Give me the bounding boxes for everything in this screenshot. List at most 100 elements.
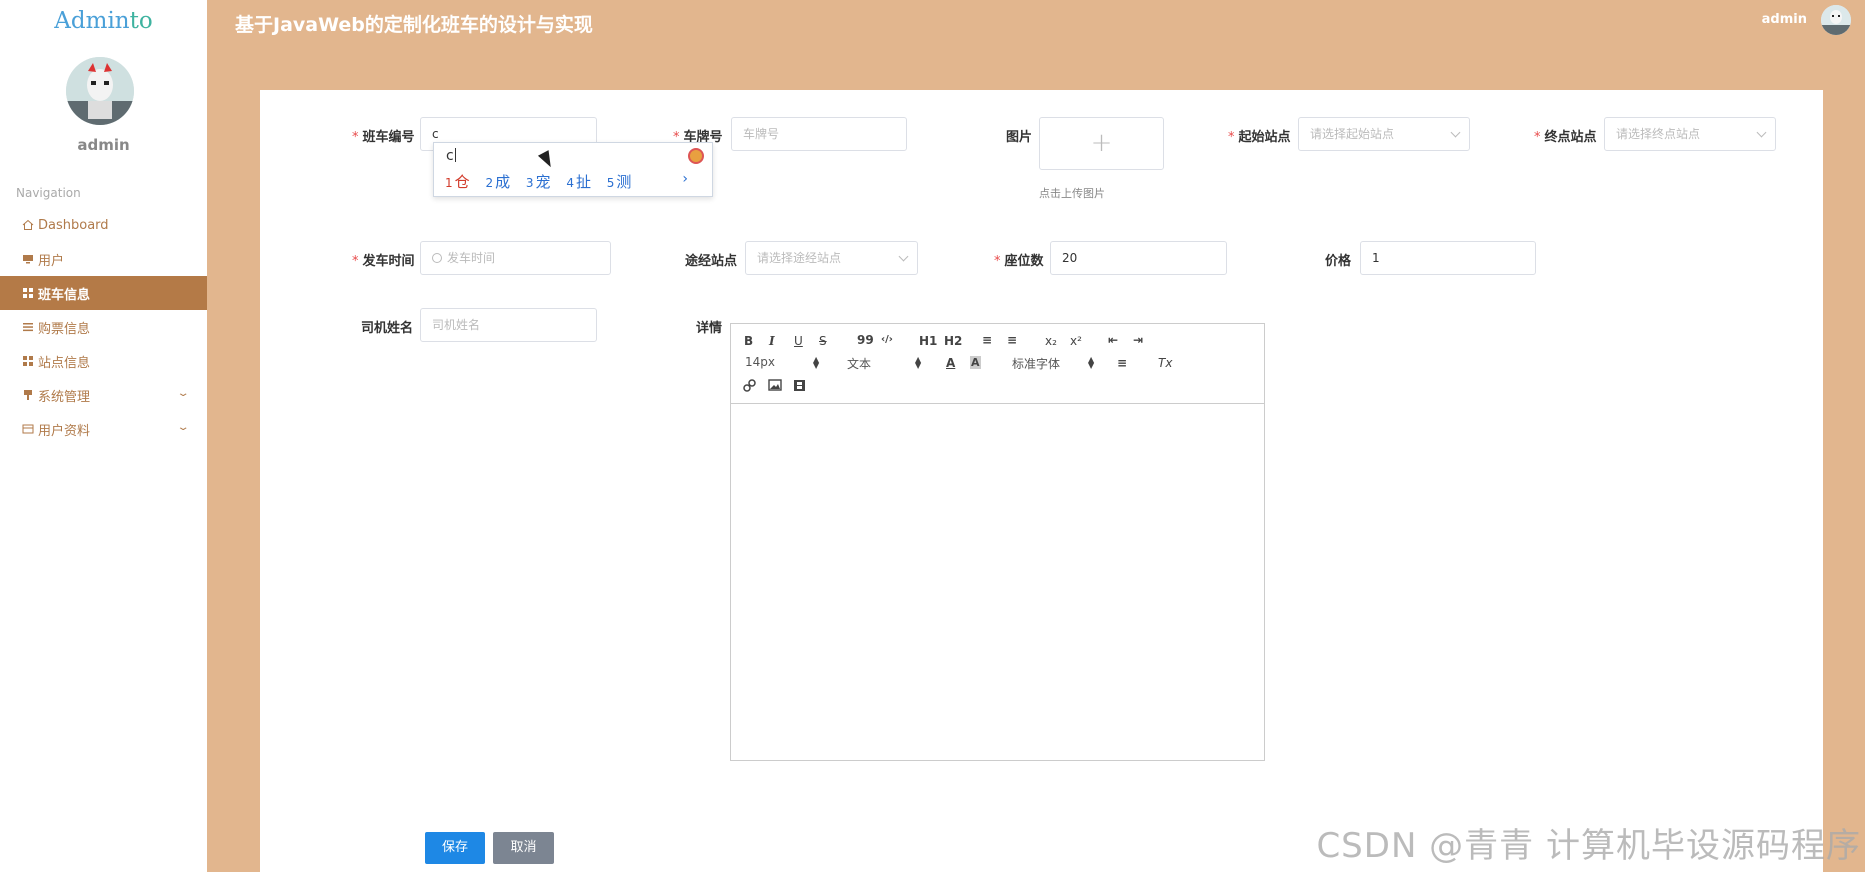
image-label: 图片 (1006, 130, 1033, 145)
font-family-select[interactable]: 标准字体 ▲ ▼ (1012, 355, 1095, 372)
ime-candidate[interactable]: 5测 (607, 173, 632, 191)
ime-candidates: 1仓 2成 3宠 4扯 5测 (445, 171, 642, 192)
driver-name-input[interactable]: 司机姓名 (420, 308, 597, 342)
ime-composition: c (446, 148, 456, 164)
grid-icon (22, 355, 34, 367)
sidebar-item-label: 用户 (38, 253, 65, 269)
font-color-button[interactable]: A (946, 356, 955, 370)
bold-button[interactable]: B (744, 334, 753, 348)
depart-time-placeholder: 发车时间 (447, 251, 496, 265)
editor-content[interactable] (731, 404, 1264, 760)
font-size-select[interactable]: 14px ▲ ▼ (745, 355, 825, 370)
via-station-label: 途经站点 (685, 254, 738, 269)
sidebar-item-label: 购票信息 (38, 321, 91, 337)
plus-icon: + (1090, 128, 1113, 158)
plate-input[interactable]: 车牌号 (731, 117, 907, 151)
indent-button[interactable]: ⇥ (1133, 333, 1143, 347)
end-station-placeholder: 请选择终点站点 (1616, 127, 1701, 141)
updown-icon: ▲ ▼ (915, 355, 922, 370)
sidebar-username: admin (77, 136, 130, 154)
watermark: CSDN @青青 计算机毕设源码程序 (1316, 826, 1861, 866)
ime-candidate[interactable]: 2成 (485, 173, 510, 191)
sidebar-item-bus-info[interactable]: 班车信息 (0, 276, 207, 310)
chevron-down-icon[interactable]: ⌄ (176, 422, 189, 433)
align-button[interactable]: ≡ (1117, 356, 1127, 370)
end-station-select[interactable]: 请选择终点站点 (1604, 117, 1776, 151)
chevron-down-icon[interactable]: ⌄ (176, 388, 189, 399)
subscript-button[interactable]: x₂ (1045, 334, 1057, 348)
cancel-button[interactable]: 取消 (493, 832, 554, 864)
chevron-down-icon (1756, 127, 1767, 138)
sidebar-item-label: 站点信息 (38, 355, 91, 371)
ime-candidate[interactable]: 4扯 (566, 173, 591, 191)
page-title: 基于JavaWeb的定制化班车的设计与实现 (235, 14, 593, 36)
image-icon[interactable] (768, 379, 782, 394)
h2-button[interactable]: H2 (944, 334, 962, 348)
price-input[interactable]: 1 (1360, 241, 1536, 275)
image-upload-button[interactable]: + (1039, 117, 1164, 170)
grid-icon (22, 287, 34, 299)
depart-time-picker[interactable]: 发车时间 (420, 241, 611, 275)
bullet-list-button[interactable]: ≡ (1007, 333, 1017, 347)
outdent-button[interactable]: ⇤ (1108, 333, 1118, 347)
sidebar-item-users[interactable]: 用户 (0, 242, 207, 276)
chevron-down-icon (1450, 127, 1461, 138)
seats-input[interactable]: 20 (1050, 241, 1227, 275)
image-upload-tip: 点击上传图片 (1039, 187, 1105, 200)
form-card: * 班车编号 c * 车牌号 车牌号 图片 + 点击上传图片 * 起始站点 请选择起始… (260, 90, 1823, 872)
seats-label: * 座位数 (994, 254, 1044, 269)
ordered-list-button[interactable]: ≡ (982, 333, 992, 347)
sidebar-item-profile[interactable]: 用户资料 ⌄ (0, 412, 207, 446)
ime-logo-icon[interactable] (688, 148, 704, 164)
chevron-down-icon (898, 251, 909, 262)
top-username[interactable]: admin (1762, 12, 1807, 27)
editor-toolbar: B I U S 99 ‹/› H1 H2 ≡ ≡ x₂ x² ⇤ ⇥ 14px … (731, 324, 1264, 404)
updown-icon: ▲ ▼ (1088, 355, 1095, 370)
sidebar-item-label: 用户资料 (38, 423, 91, 439)
pin-icon (22, 389, 34, 401)
sidebar-item-tickets[interactable]: 购票信息 (0, 310, 207, 344)
clear-format-button[interactable]: Tx (1158, 356, 1172, 370)
depart-time-label: * 发车时间 (352, 254, 415, 269)
sidebar-item-dashboard[interactable]: Dashboard (0, 208, 207, 242)
block-format-value: 文本 (847, 357, 872, 371)
ime-candidate[interactable]: 3宠 (526, 173, 551, 191)
save-button[interactable]: 保存 (425, 832, 485, 864)
app-logo[interactable]: Adminto (0, 8, 207, 34)
sidebar-item-label: 班车信息 (38, 287, 91, 303)
italic-button[interactable]: I (769, 334, 775, 348)
clock-icon (432, 253, 442, 263)
sidebar-nav: Dashboard 用户 班车信息 购票信息 站点信息 系统管理 ⌄ 用户资料 … (0, 208, 207, 446)
sidebar-avatar[interactable] (66, 57, 134, 125)
background-color-button[interactable]: A (970, 356, 981, 369)
font-family-value: 标准字体 (1012, 357, 1061, 371)
sidebar-item-label: Dashboard (38, 217, 109, 233)
ime-next-page-icon[interactable]: › (682, 171, 688, 187)
code-button[interactable]: ‹/› (881, 334, 893, 345)
quote-button[interactable]: 99 (857, 333, 874, 347)
sidebar-item-stations[interactable]: 站点信息 (0, 344, 207, 378)
video-icon[interactable] (793, 379, 806, 395)
ime-candidate[interactable]: 1仓 (445, 173, 470, 191)
detail-label: 详情 (696, 321, 723, 336)
block-format-select[interactable]: 文本 ▲ ▼ (847, 355, 927, 372)
font-size-value: 14px (745, 355, 775, 369)
via-station-select[interactable]: 请选择途经站点 (745, 241, 918, 275)
strike-button[interactable]: S (819, 334, 827, 348)
driver-name-label: 司机姓名 (361, 321, 414, 336)
price-label: 价格 (1325, 254, 1352, 269)
sidebar-item-label: 系统管理 (38, 389, 91, 405)
top-avatar[interactable] (1821, 5, 1851, 35)
sidebar-item-system[interactable]: 系统管理 ⌄ (0, 378, 207, 412)
link-icon[interactable] (743, 379, 756, 395)
via-station-placeholder: 请选择途经站点 (757, 251, 842, 265)
rich-text-editor: B I U S 99 ‹/› H1 H2 ≡ ≡ x₂ x² ⇤ ⇥ 14px … (730, 323, 1265, 761)
superscript-button[interactable]: x² (1070, 334, 1082, 348)
start-station-placeholder: 请选择起始站点 (1310, 127, 1395, 141)
card-icon (22, 423, 34, 435)
h1-button[interactable]: H1 (919, 334, 937, 348)
end-station-label: * 终点站点 (1534, 130, 1597, 145)
underline-button[interactable]: U (794, 334, 803, 348)
start-station-select[interactable]: 请选择起始站点 (1298, 117, 1470, 151)
updown-icon: ▲ ▼ (813, 355, 820, 370)
